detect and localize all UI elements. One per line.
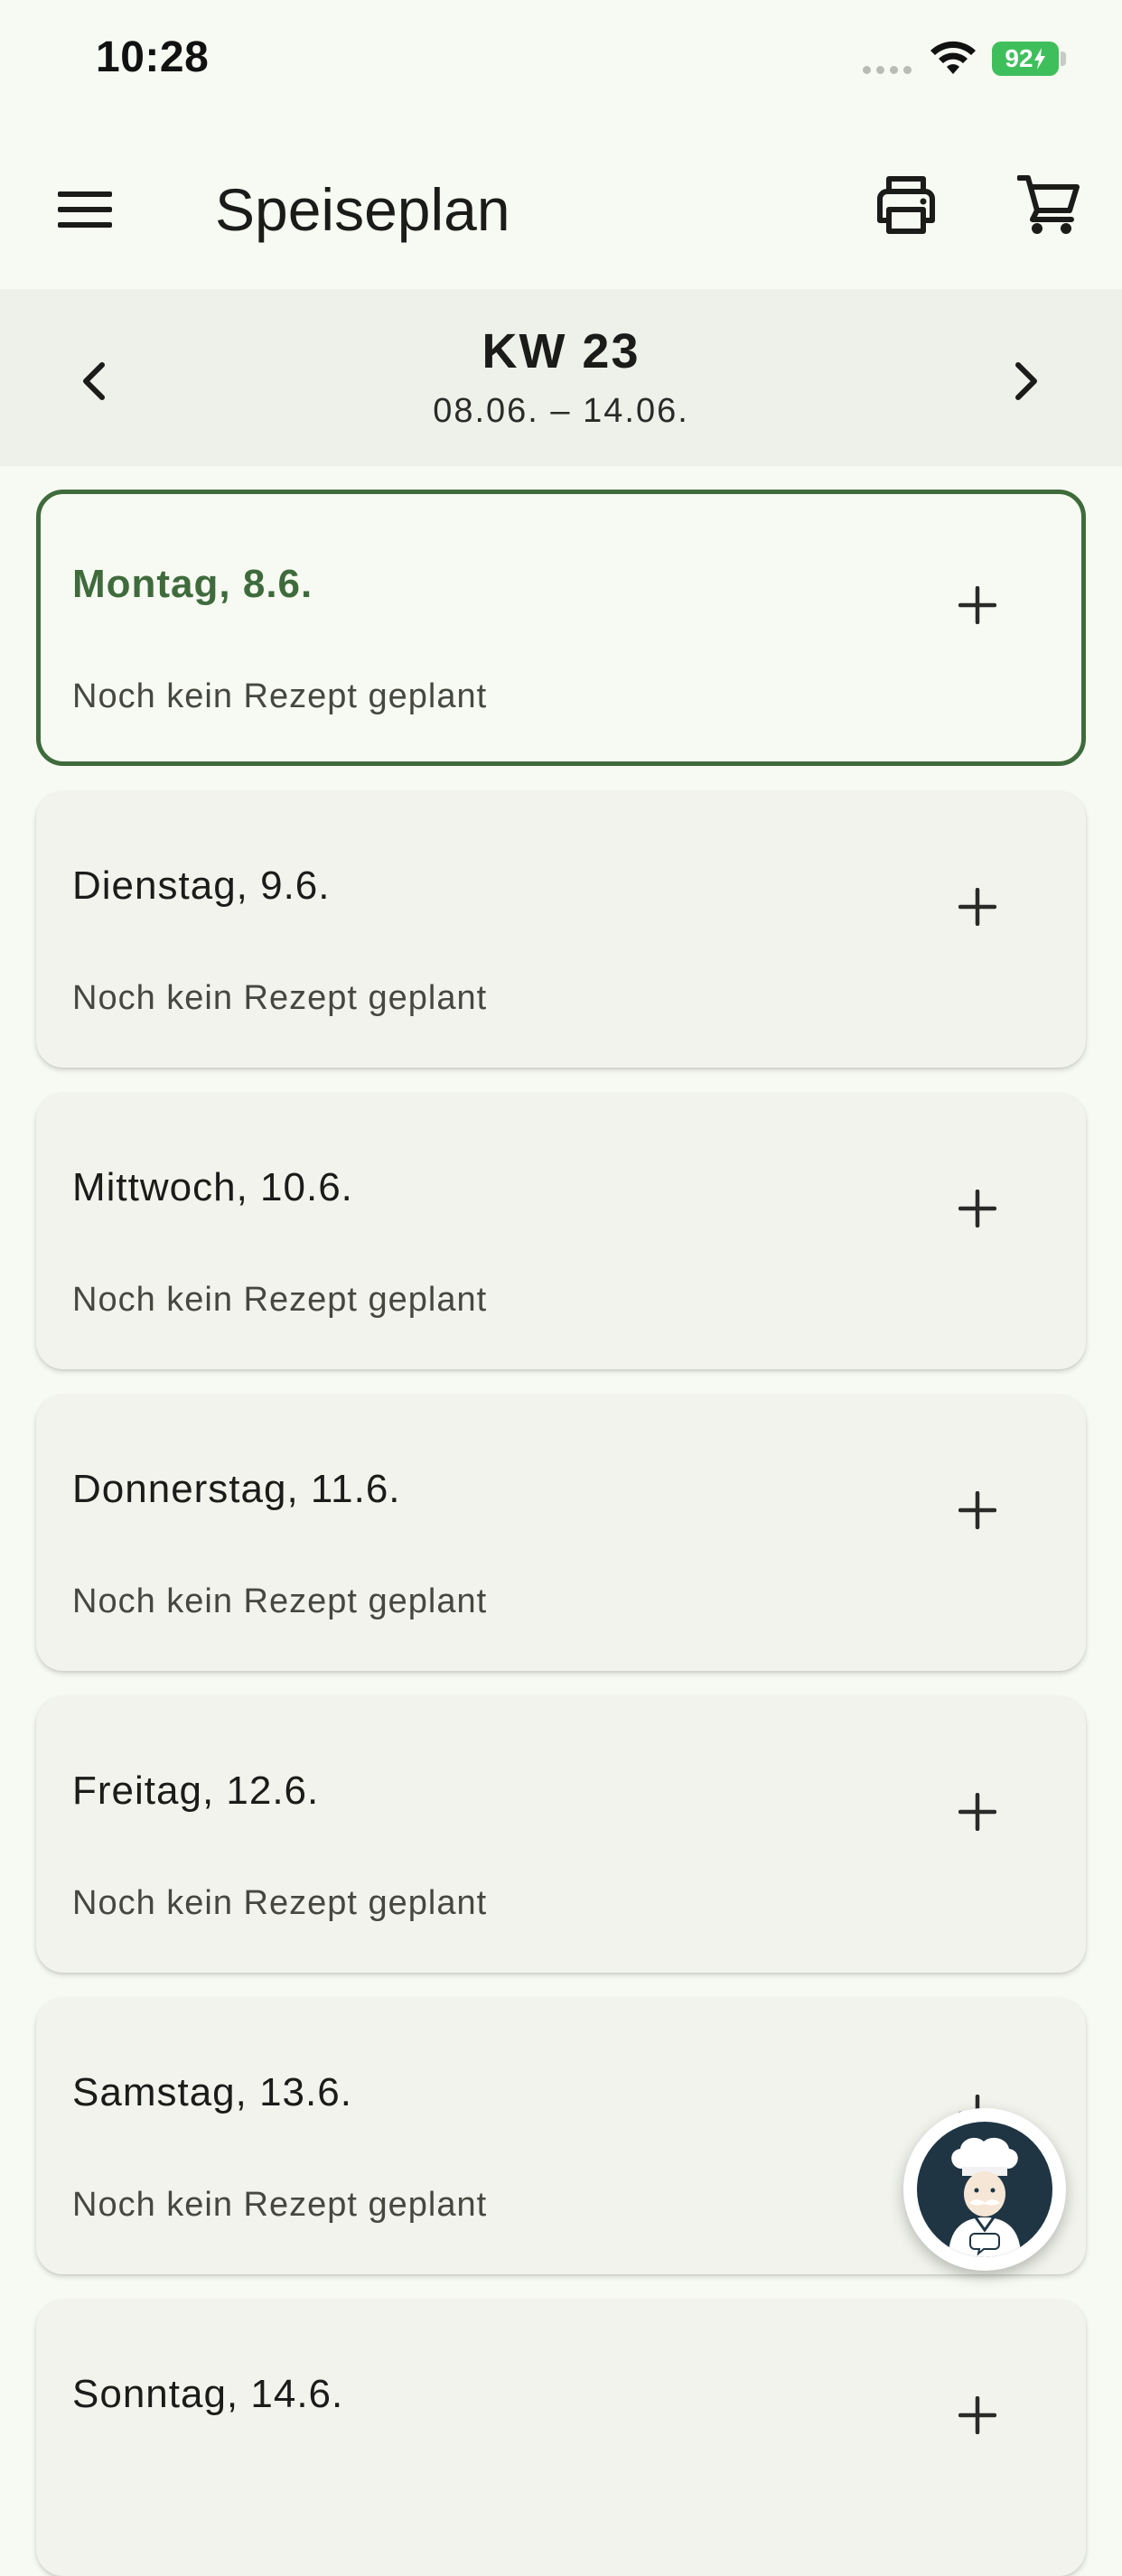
- battery-level: 92: [1005, 44, 1033, 72]
- day-status: Noch kein Rezept geplant: [72, 1582, 488, 1620]
- plus-icon: [958, 586, 996, 624]
- menu-button[interactable]: [47, 172, 123, 247]
- print-button[interactable]: [867, 166, 945, 244]
- day-status: Noch kein Rezept geplant: [72, 2186, 488, 2224]
- day-title: Samstag, 13.6.: [72, 2070, 352, 2114]
- shopping-cart-icon: [1017, 175, 1080, 234]
- day-card-tuesday[interactable]: Dienstag, 9.6. Noch kein Rezept geplant: [36, 791, 1086, 1068]
- day-title: Donnerstag, 11.6.: [72, 1467, 401, 1511]
- chef-avatar-icon: [917, 2122, 1052, 2257]
- charging-bolt-icon: [1033, 48, 1045, 70]
- shopping-cart-button[interactable]: [1010, 166, 1088, 244]
- status-bar: 10:28 92: [0, 0, 1122, 126]
- day-status: Noch kein Rezept geplant: [72, 979, 488, 1017]
- plus-icon: [958, 1190, 996, 1227]
- chevron-right-icon: [1015, 362, 1037, 400]
- day-card-friday[interactable]: Freitag, 12.6. Noch kein Rezept geplant: [36, 1696, 1086, 1973]
- app-bar: Speiseplan: [0, 126, 1122, 289]
- plus-icon: [958, 2396, 996, 2434]
- hamburger-menu-icon: [58, 191, 112, 228]
- day-card-wednesday[interactable]: Mittwoch, 10.6. Noch kein Rezept geplant: [36, 1093, 1086, 1369]
- next-week-button[interactable]: [988, 343, 1064, 419]
- add-recipe-button[interactable]: [940, 869, 1015, 945]
- add-recipe-button[interactable]: [940, 1171, 1015, 1246]
- plus-icon: [958, 1491, 996, 1529]
- day-title: Montag, 8.6.: [72, 562, 313, 606]
- battery-cap: [1061, 51, 1066, 66]
- day-status: Noch kein Rezept geplant: [72, 677, 488, 715]
- printer-icon: [877, 176, 935, 234]
- day-title: Dienstag, 9.6.: [72, 863, 331, 908]
- day-title: Sonntag, 14.6.: [72, 2372, 344, 2416]
- day-title: Mittwoch, 10.6.: [72, 1165, 353, 1209]
- week-date-range: 08.06. – 14.06.: [433, 392, 689, 430]
- day-card-sunday[interactable]: Sonntag, 14.6.: [36, 2300, 1086, 2576]
- week-selector: KW 23 08.06. – 14.06.: [0, 289, 1122, 466]
- cellular-signal-icon: [863, 66, 912, 74]
- wifi-icon: [930, 41, 976, 74]
- chef-assistant-button[interactable]: [903, 2108, 1066, 2271]
- battery-indicator: 92: [992, 42, 1059, 76]
- add-recipe-button[interactable]: [940, 2377, 1015, 2453]
- day-status: Noch kein Rezept geplant: [72, 1884, 488, 1922]
- page-title: Speiseplan: [215, 176, 510, 243]
- add-recipe-button[interactable]: [940, 1472, 1015, 1548]
- add-recipe-button[interactable]: [940, 1774, 1015, 1850]
- status-time: 10:28: [96, 33, 210, 81]
- plus-icon: [958, 1793, 996, 1831]
- week-number: KW 23: [482, 324, 640, 378]
- day-status: Noch kein Rezept geplant: [72, 1281, 488, 1319]
- day-card-monday[interactable]: Montag, 8.6. Noch kein Rezept geplant: [36, 490, 1086, 766]
- plus-icon: [958, 888, 996, 926]
- day-card-thursday[interactable]: Donnerstag, 11.6. Noch kein Rezept gepla…: [36, 1395, 1086, 1671]
- day-title: Freitag, 12.6.: [72, 1769, 320, 1813]
- add-recipe-button[interactable]: [940, 567, 1015, 643]
